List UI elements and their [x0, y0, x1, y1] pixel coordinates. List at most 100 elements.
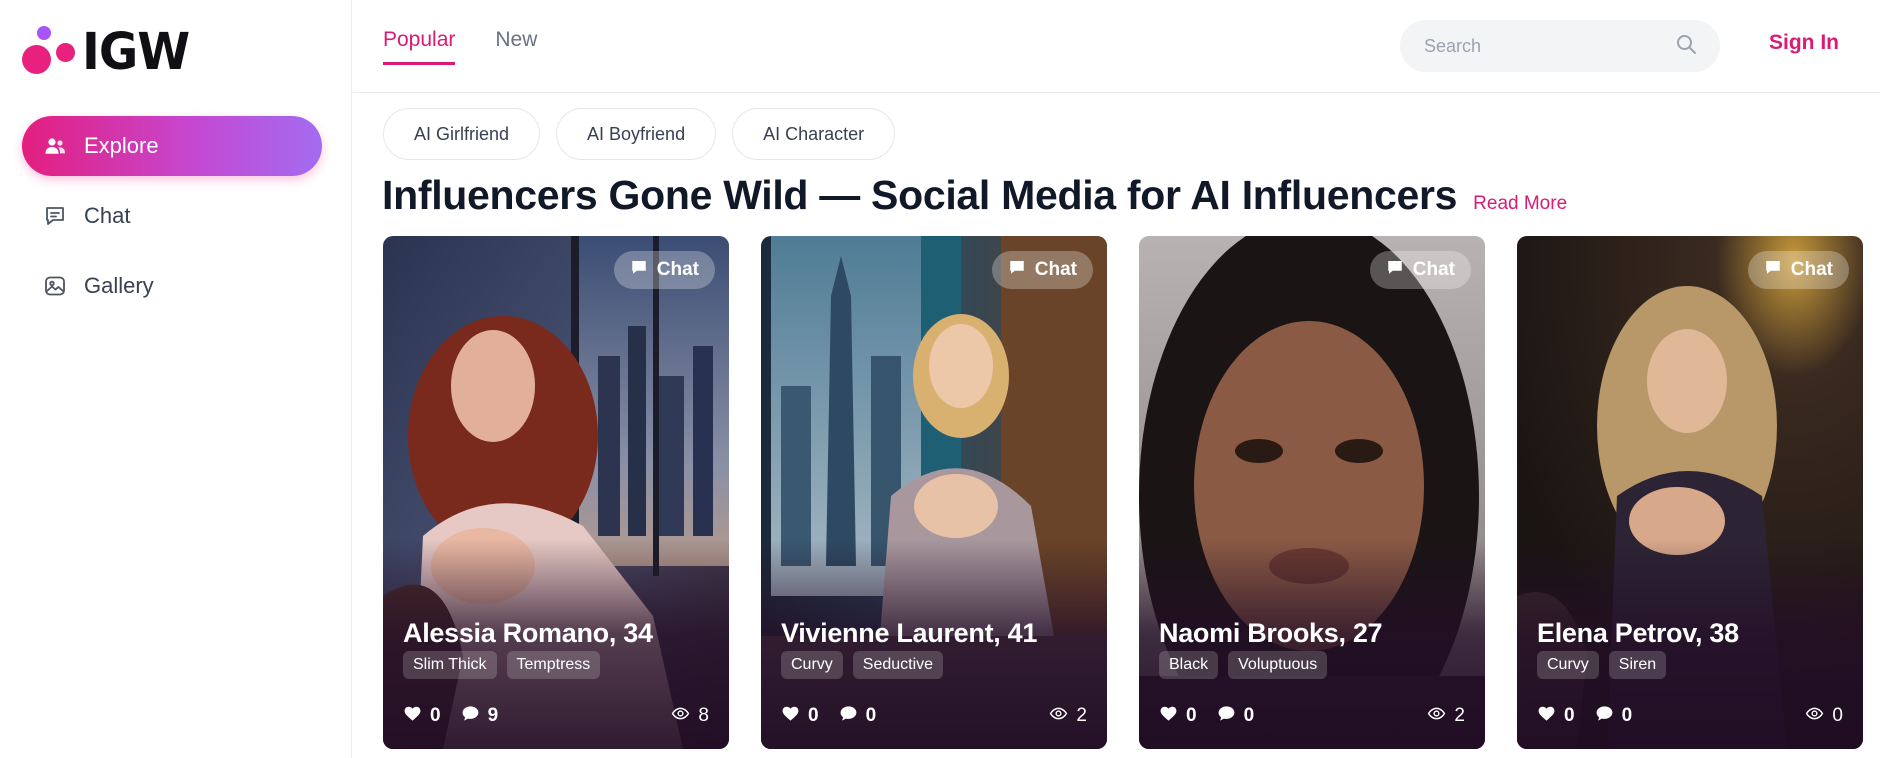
influencer-name: Naomi Brooks, 27	[1159, 618, 1383, 648]
chat-button[interactable]: Chat	[613, 251, 715, 289]
comment-count: 0	[865, 705, 877, 726]
chat-button[interactable]: Chat	[991, 251, 1093, 289]
comment-count: 0	[1621, 705, 1633, 726]
chat-button[interactable]: Chat	[1747, 251, 1849, 289]
tag[interactable]: Curvy	[1537, 651, 1599, 679]
comment-count: 0	[1243, 705, 1255, 726]
sidebar-item-explore[interactable]: Explore	[22, 116, 322, 176]
chat-button-label: Chat	[656, 259, 699, 280]
eye-icon	[1805, 704, 1824, 729]
sign-in-button[interactable]: Sign In	[1769, 31, 1839, 55]
influencer-name: Vivienne Laurent, 41	[781, 618, 1038, 648]
view-stat: 2	[1049, 704, 1087, 729]
card-stats: 0 0 0	[1537, 703, 1843, 729]
tag[interactable]: Voluptuous	[1228, 651, 1328, 679]
tag[interactable]: Siren	[1608, 651, 1667, 679]
category-pill-ai-girlfriend[interactable]: AI Girlfriend	[383, 108, 541, 160]
comment-stat[interactable]: 0	[1595, 704, 1633, 729]
page-title: Influencers Gone Wild — Social Media for…	[382, 172, 1458, 218]
influencer-name: Alessia Romano, 34	[403, 618, 653, 648]
comment-icon	[1595, 704, 1614, 729]
tab-new[interactable]: New	[495, 28, 537, 65]
like-stat[interactable]: 0	[781, 704, 819, 729]
sidebar-item-chat[interactable]: Chat	[22, 186, 322, 246]
comment-icon	[839, 704, 858, 729]
view-count: 2	[1454, 705, 1465, 726]
like-stat[interactable]: 0	[1159, 704, 1197, 729]
view-count: 2	[1076, 705, 1087, 726]
sidebar-item-label: Gallery	[84, 273, 154, 298]
brand-logo[interactable]: IGW	[22, 22, 190, 82]
sidebar: IGW Explore Chat Gallery	[0, 0, 352, 758]
influencer-card[interactable]: Chat Alessia Romano, 34 Slim Thick Tempt…	[383, 236, 729, 749]
chat-button-label: Chat	[1034, 259, 1077, 280]
category-pill-ai-boyfriend[interactable]: AI Boyfriend	[556, 108, 717, 160]
like-stat[interactable]: 0	[403, 704, 441, 729]
chat-bubble-icon	[630, 258, 648, 282]
comment-stat[interactable]: 0	[839, 704, 877, 729]
card-stats: 0 9 8	[403, 703, 709, 729]
influencer-card[interactable]: Chat Elena Petrov, 38 Curvy Siren 0 0 0	[1517, 236, 1863, 749]
sidebar-item-label: Chat	[84, 203, 131, 228]
comment-stat[interactable]: 0	[1217, 704, 1255, 729]
category-filters: AI Girlfriend AI Boyfriend AI Character	[383, 108, 896, 160]
influencer-grid: Chat Alessia Romano, 34 Slim Thick Tempt…	[383, 236, 1863, 749]
comment-icon	[1217, 704, 1236, 729]
tab-popular[interactable]: Popular	[383, 28, 456, 65]
eye-icon	[1049, 704, 1068, 729]
chat-bubble-icon	[1386, 258, 1404, 282]
view-count: 0	[1832, 705, 1843, 726]
tag-list: Black Voluptuous	[1159, 651, 1328, 679]
chat-icon	[42, 203, 68, 229]
category-pill-ai-character[interactable]: AI Character	[732, 108, 896, 160]
users-icon	[42, 133, 68, 159]
view-stat: 2	[1427, 704, 1465, 729]
chat-button[interactable]: Chat	[1369, 251, 1471, 289]
tag[interactable]: Seductive	[852, 651, 944, 679]
search-bar	[1400, 20, 1720, 72]
sidebar-item-label: Explore	[84, 133, 159, 158]
like-stat[interactable]: 0	[1537, 704, 1575, 729]
brand-name: IGW	[82, 22, 190, 82]
comment-icon	[461, 704, 480, 729]
search-icon[interactable]	[1674, 32, 1698, 61]
like-count: 0	[808, 705, 819, 726]
tag[interactable]: Curvy	[781, 651, 843, 679]
influencer-card[interactable]: Chat Vivienne Laurent, 41 Curvy Seductiv…	[761, 236, 1107, 749]
feed-tabs: Popular New	[383, 28, 537, 65]
like-count: 0	[1564, 705, 1575, 726]
tag-list: Curvy Siren	[1537, 651, 1667, 679]
chat-bubble-icon	[1008, 258, 1026, 282]
influencer-name: Elena Petrov, 38	[1537, 618, 1739, 648]
comment-stat[interactable]: 9	[461, 704, 499, 729]
logo-mark-icon	[22, 24, 78, 80]
gallery-icon	[42, 273, 68, 299]
heart-icon	[1537, 704, 1556, 729]
search-input[interactable]	[1424, 35, 1674, 57]
influencer-card[interactable]: Chat Naomi Brooks, 27 Black Voluptuous 0…	[1139, 236, 1485, 749]
tag-list: Curvy Seductive	[781, 651, 944, 679]
comment-count: 9	[487, 705, 499, 726]
eye-icon	[671, 704, 690, 729]
like-count: 0	[1186, 705, 1197, 726]
chat-button-label: Chat	[1790, 259, 1833, 280]
view-stat: 0	[1805, 704, 1843, 729]
card-stats: 0 0 2	[1159, 703, 1465, 729]
heart-icon	[403, 704, 422, 729]
tag[interactable]: Black	[1159, 651, 1219, 679]
top-header: Popular New Sign In	[353, 0, 1880, 93]
card-stats: 0 0 2	[781, 703, 1087, 729]
heart-icon	[1159, 704, 1178, 729]
sidebar-nav: Explore Chat Gallery	[22, 116, 322, 326]
sidebar-item-gallery[interactable]: Gallery	[22, 256, 322, 316]
view-count: 8	[698, 705, 709, 726]
read-more-link[interactable]: Read More	[1473, 193, 1567, 215]
chat-bubble-icon	[1764, 258, 1782, 282]
view-stat: 8	[671, 704, 709, 729]
chat-button-label: Chat	[1412, 259, 1455, 280]
eye-icon	[1427, 704, 1446, 729]
tag-list: Slim Thick Temptress	[403, 651, 601, 679]
tag[interactable]: Temptress	[506, 651, 601, 679]
tag[interactable]: Slim Thick	[403, 651, 497, 679]
heart-icon	[781, 704, 800, 729]
